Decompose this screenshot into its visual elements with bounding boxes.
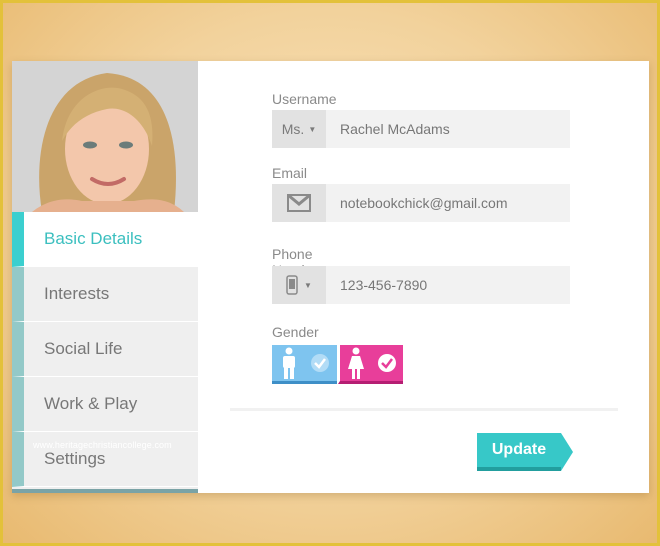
chevron-down-icon: ▼ — [308, 124, 317, 134]
sidebar-item-social-life[interactable]: Social Life — [12, 322, 198, 377]
username-label: Username — [272, 91, 337, 107]
email-field[interactable]: notebookchick@gmail.com — [272, 184, 570, 222]
avatar — [12, 61, 198, 212]
portrait-photo-icon — [12, 61, 198, 212]
phone-value: 123-456-7890 — [340, 277, 428, 293]
female-icon — [347, 347, 364, 379]
gmail-icon — [272, 184, 326, 222]
watermark: www.heritagechristiancollege.com — [33, 440, 172, 450]
sidebar-item-interests[interactable]: Interests — [12, 267, 198, 322]
phone-type-select[interactable]: ▼ — [272, 266, 326, 304]
sidebar-item-label: Social Life — [44, 339, 123, 358]
sidebar-item-label: Settings — [44, 449, 106, 468]
sidebar-item-basic-details[interactable]: Basic Details — [12, 212, 198, 267]
phone-field[interactable]: ▼ 123-456-7890 — [272, 266, 570, 304]
email-value: notebookchick@gmail.com — [340, 195, 508, 211]
gender-label: Gender — [272, 324, 319, 340]
form-divider — [230, 408, 618, 411]
gender-female-button[interactable] — [338, 345, 403, 384]
gender-male-button[interactable] — [272, 345, 337, 384]
username-value: Rachel McAdams — [340, 121, 450, 137]
sidebar-item-label: Work & Play — [44, 394, 138, 413]
sidebar-item-label: Interests — [44, 284, 110, 303]
title-select-value: Ms. — [281, 121, 305, 137]
male-icon — [282, 347, 295, 379]
chevron-down-icon: ▼ — [304, 280, 312, 290]
sidebar: Basic Details Interests Social Life Work… — [12, 61, 198, 493]
phone-icon — [286, 275, 298, 295]
profile-card: Basic Details Interests Social Life Work… — [12, 61, 649, 493]
sidebar-item-work-play[interactable]: Work & Play — [12, 377, 198, 432]
check-circle-icon — [310, 354, 329, 372]
gender-selector — [272, 345, 403, 384]
sidebar-item-label: Basic Details — [44, 229, 143, 248]
username-field[interactable]: Ms. ▼ Rachel McAdams — [272, 110, 570, 148]
title-select[interactable]: Ms. ▼ — [272, 110, 326, 148]
email-label: Email — [272, 165, 308, 181]
check-circle-icon — [377, 354, 396, 372]
update-button[interactable]: Update — [477, 433, 573, 471]
sidebar-bottom-bar — [12, 489, 198, 493]
update-button-label: Update — [491, 441, 547, 458]
